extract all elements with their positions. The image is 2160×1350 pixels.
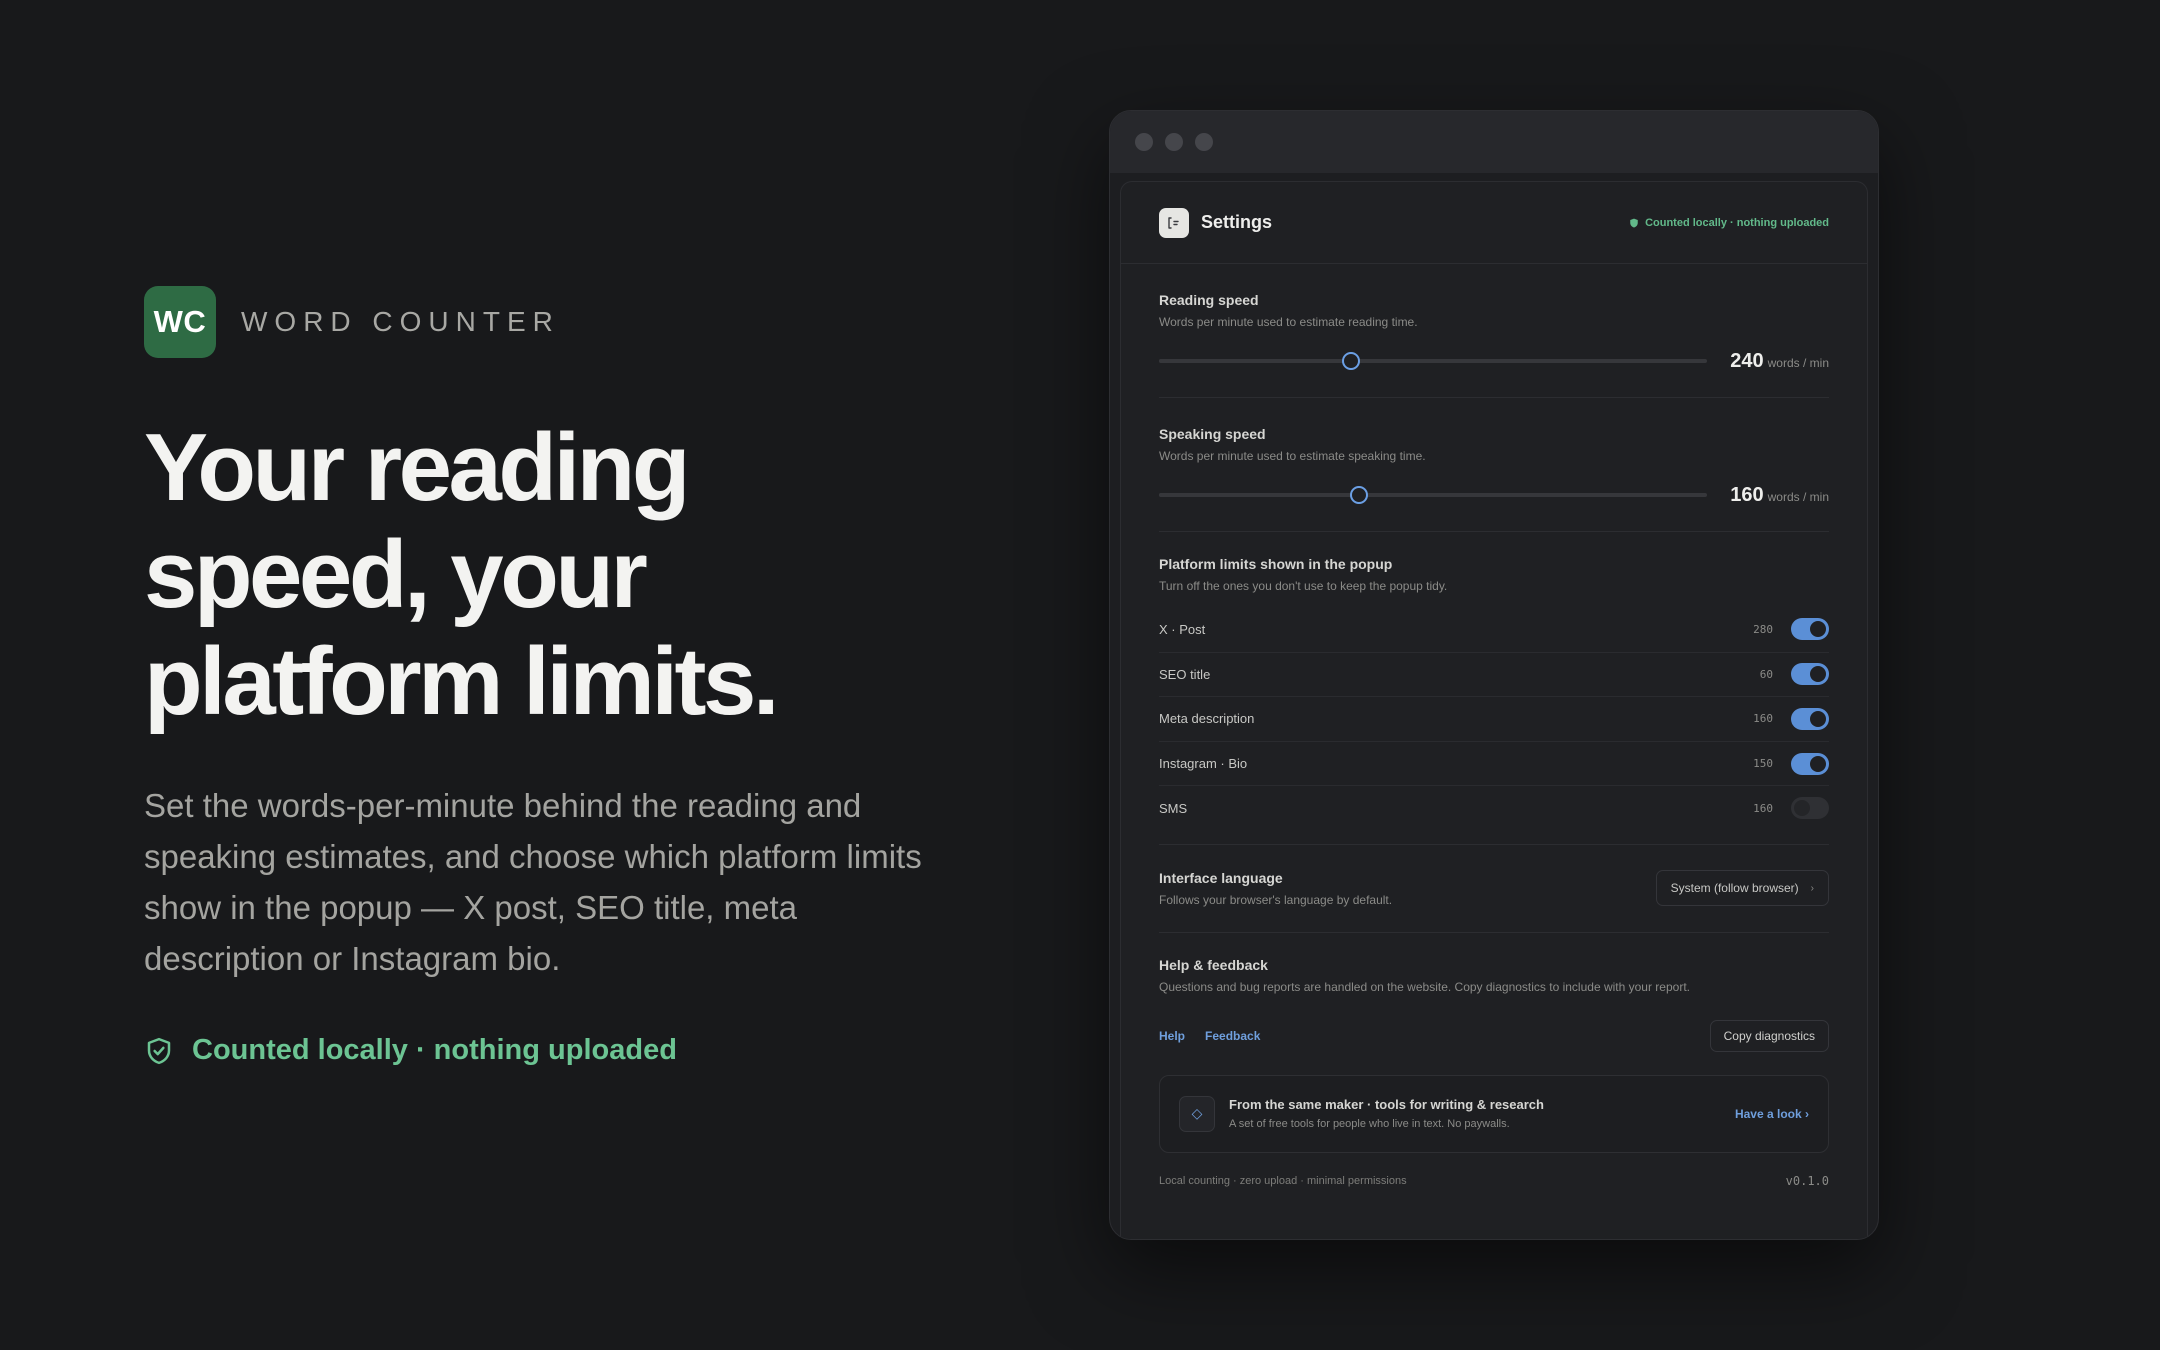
settings-content: Reading speed Words per minute used to e… — [1121, 264, 1867, 1188]
limit-row-x-post: X · Post 280 — [1159, 607, 1829, 652]
reading-speed-unit: words / min — [1767, 355, 1829, 370]
interface-language-text: Interface language Follows your browser'… — [1159, 870, 1392, 907]
version-label: v0.1.0 — [1785, 1173, 1829, 1188]
limit-label: SMS — [1159, 800, 1188, 816]
diamond-icon: ◇ — [1179, 1095, 1215, 1132]
speaking-speed-value: 160 words / min — [1730, 484, 1829, 507]
settings-header: Settings Counted locally · nothing uploa… — [1121, 182, 1867, 264]
have-a-look-link[interactable]: Have a look › — [1735, 1107, 1809, 1121]
speaking-speed-number: 160 — [1730, 483, 1764, 506]
toggle-instagram-bio[interactable] — [1791, 752, 1829, 775]
reading-speed-slider-fill — [1159, 359, 1351, 363]
speaking-speed-slider-fill — [1159, 493, 1360, 497]
toggle-x-post[interactable] — [1791, 618, 1829, 641]
promo-card[interactable]: ◇ From the same maker · tools for writin… — [1159, 1074, 1829, 1153]
copy-diagnostics-button[interactable]: Copy diagnostics — [1709, 1019, 1829, 1052]
speaking-speed-title: Speaking speed — [1159, 426, 1266, 442]
limit-row-seo-title: SEO title 60 — [1159, 651, 1829, 697]
header-privacy-text: Counted locally · nothing uploaded — [1645, 216, 1829, 229]
interface-language-section: Interface language Follows your browser'… — [1159, 845, 1829, 933]
window-titlebar — [1110, 111, 1878, 173]
header-privacy-badge: Counted locally · nothing uploaded — [1629, 217, 1829, 229]
help-link[interactable]: Help — [1159, 1029, 1185, 1043]
privacy-badge-text: Counted locally · nothing uploaded — [192, 1034, 677, 1066]
platform-limits-list: X · Post 280 SEO title 60 Meta descripti… — [1159, 607, 1829, 830]
limit-label: SEO title — [1159, 666, 1211, 682]
reading-speed-title: Reading speed — [1159, 292, 1259, 308]
limit-label: X · Post — [1159, 621, 1206, 637]
limit-value: 60 — [1759, 667, 1773, 681]
chevron-right-icon: › — [1810, 882, 1814, 894]
hero-title-line-1: Your reading — [144, 414, 690, 521]
hero-title-line-3: platform limits. — [144, 628, 780, 735]
toggle-seo-title[interactable] — [1791, 663, 1829, 686]
help-feedback-description: Questions and bug reports are handled on… — [1159, 979, 1690, 994]
help-actions: Help Feedback Copy diagnostics — [1159, 1019, 1829, 1052]
language-select-value: System (follow browser) — [1670, 881, 1799, 896]
window-minimize-dot[interactable] — [1165, 133, 1183, 151]
window-maximize-dot[interactable] — [1195, 133, 1213, 151]
limit-value: 150 — [1753, 757, 1773, 771]
privacy-badge: Counted locally · nothing uploaded — [144, 1034, 944, 1067]
limit-row-sms: SMS 160 — [1159, 785, 1829, 830]
platform-limits-section: Platform limits shown in the popup Turn … — [1159, 532, 1829, 845]
help-feedback-section: Help & feedback Questions and bug report… — [1159, 933, 1829, 1071]
speaking-speed-section: Speaking speed Words per minute used to … — [1159, 398, 1829, 532]
toggle-meta-description[interactable] — [1791, 707, 1829, 730]
interface-language-title: Interface language — [1159, 869, 1283, 886]
speaking-speed-slider[interactable] — [1159, 486, 1707, 504]
platform-limits-title: Platform limits shown in the popup — [1159, 556, 1393, 572]
limit-value: 280 — [1753, 622, 1773, 636]
promo-title: From the same maker · tools for writing … — [1229, 1097, 1544, 1113]
reading-speed-slider-thumb[interactable] — [1341, 352, 1360, 370]
settings-title: Settings — [1201, 212, 1273, 232]
reading-speed-description: Words per minute used to estimate readin… — [1159, 315, 1418, 329]
limit-label: Meta description — [1159, 711, 1255, 727]
app-logo: WC — [144, 286, 216, 358]
limit-value: 160 — [1753, 712, 1773, 726]
speaking-speed-description: Words per minute used to estimate speaki… — [1159, 449, 1426, 463]
brand: WC WORD COUNTER — [144, 286, 944, 358]
speaking-speed-slider-row: 160 words / min — [1159, 483, 1829, 507]
settings-panel-icon — [1159, 207, 1189, 238]
hero-title: Your reading speed, your platform limits… — [144, 414, 944, 735]
window-close-dot[interactable] — [1135, 133, 1153, 151]
limit-label: Instagram · Bio — [1159, 756, 1248, 772]
app-window: Settings Counted locally · nothing uploa… — [1109, 110, 1879, 1240]
platform-limits-description: Turn off the ones you don't use to keep … — [1159, 579, 1448, 593]
hero-section: WC WORD COUNTER Your reading speed, your… — [144, 286, 944, 1067]
brand-name: WORD COUNTER — [241, 306, 560, 337]
speaking-speed-slider-thumb[interactable] — [1350, 486, 1369, 504]
limit-row-meta-description: Meta description 160 — [1159, 696, 1829, 741]
settings-footer: Local counting · zero upload · minimal p… — [1159, 1174, 1829, 1188]
reading-speed-number: 240 — [1730, 349, 1764, 372]
feedback-link[interactable]: Feedback — [1205, 1029, 1260, 1043]
promo-description: A set of free tools for people who live … — [1229, 1118, 1510, 1131]
hero-description: Set the words-per-minute behind the read… — [144, 787, 922, 977]
limit-value: 160 — [1753, 801, 1773, 815]
reading-speed-slider-row: 240 words / min — [1159, 349, 1829, 373]
interface-language-description: Follows your browser's language by defau… — [1159, 892, 1393, 907]
speaking-speed-unit: words / min — [1767, 489, 1829, 504]
reading-speed-slider[interactable] — [1159, 352, 1707, 370]
reading-speed-section: Reading speed Words per minute used to e… — [1159, 264, 1829, 398]
language-select[interactable]: System (follow browser) › — [1655, 870, 1829, 907]
hero-title-line-2: speed, your — [144, 521, 648, 628]
toggle-sms[interactable] — [1791, 797, 1829, 820]
shield-icon — [1630, 218, 1638, 227]
shield-check-icon — [147, 1037, 171, 1064]
promo-text: From the same maker · tools for writing … — [1229, 1097, 1544, 1130]
limit-row-instagram-bio: Instagram · Bio 150 — [1159, 740, 1829, 786]
help-feedback-title: Help & feedback — [1159, 956, 1268, 973]
footer-text: Local counting · zero upload · minimal p… — [1159, 1174, 1407, 1187]
reading-speed-value: 240 words / min — [1730, 350, 1829, 373]
settings-panel: Settings Counted locally · nothing uploa… — [1120, 181, 1868, 1239]
